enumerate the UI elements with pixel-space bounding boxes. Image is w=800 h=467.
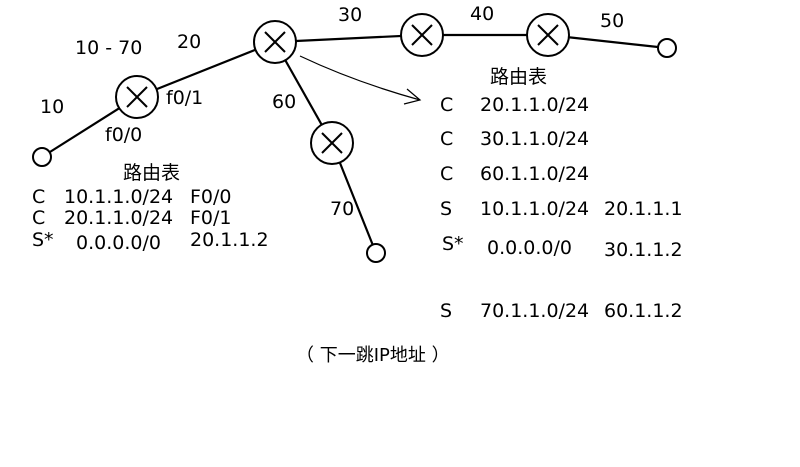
host-right bbox=[657, 38, 677, 58]
label-net70: 70 bbox=[330, 198, 354, 220]
route-type: C bbox=[440, 128, 453, 150]
link-r2-r3 bbox=[274, 33, 423, 44]
route-network: 70.1.1.0/24 bbox=[480, 300, 589, 322]
route-network: 20.1.1.0/24 bbox=[480, 94, 589, 116]
router-icon bbox=[253, 20, 297, 64]
link-r1-r2 bbox=[136, 40, 276, 99]
route-next-hop: 20.1.1.2 bbox=[190, 229, 269, 251]
routing-table-title: 路由表 bbox=[123, 162, 180, 184]
label-net20: 20 bbox=[177, 31, 201, 53]
route-network: 10.1.1.0/24 bbox=[480, 198, 589, 220]
label-net30: 30 bbox=[338, 4, 362, 26]
route-type: C bbox=[440, 163, 453, 185]
router-icon bbox=[115, 75, 159, 119]
route-network: 0.0.0.0/0 bbox=[487, 237, 572, 259]
host-bottom bbox=[366, 243, 386, 263]
route-type: S bbox=[440, 198, 452, 220]
route-type: S* bbox=[32, 229, 54, 251]
route-type: C bbox=[440, 94, 453, 116]
label-interface-f0-0: f0/0 bbox=[105, 124, 142, 146]
router-icon bbox=[526, 13, 570, 57]
routing-table-left: 路由表 C 10.1.1.0/24 F0/0 C 20.1.1.0/24 F0/… bbox=[32, 162, 269, 254]
label-range: 10 - 70 bbox=[75, 37, 142, 59]
router-icon bbox=[310, 121, 354, 165]
route-next-hop: 30.1.1.2 bbox=[604, 239, 683, 261]
route-next-hop: 60.1.1.2 bbox=[604, 300, 683, 322]
route-type: C bbox=[32, 186, 45, 208]
route-network: 20.1.1.0/24 bbox=[64, 207, 173, 229]
routing-table-right: 路由表 C 20.1.1.0/24 C 30.1.1.0/24 C 60.1.1… bbox=[440, 66, 683, 322]
label-interface-f0-1: f0/1 bbox=[166, 87, 203, 109]
network-diagram: 10 - 70 20 10 30 40 50 60 70 f0/1 f0/0 路… bbox=[32, 3, 683, 366]
route-type: S bbox=[440, 300, 452, 322]
route-network: 30.1.1.0/24 bbox=[480, 128, 589, 150]
route-type: S* bbox=[442, 233, 464, 255]
route-network: 10.1.1.0/24 bbox=[64, 186, 173, 208]
label-net40: 40 bbox=[470, 3, 494, 25]
route-type: C bbox=[32, 207, 45, 229]
label-net10: 10 bbox=[40, 96, 64, 118]
label-net60: 60 bbox=[272, 91, 296, 113]
route-network: 0.0.0.0/0 bbox=[76, 232, 161, 254]
label-net50: 50 bbox=[600, 10, 624, 32]
route-network: 60.1.1.0/24 bbox=[480, 163, 589, 185]
router-icon bbox=[400, 13, 444, 57]
route-next-hop: F0/0 bbox=[190, 186, 232, 208]
arrow-icon bbox=[299, 55, 422, 105]
caption: （ 下一跳IP地址 ） bbox=[296, 345, 450, 366]
route-next-hop: 20.1.1.1 bbox=[604, 198, 683, 220]
route-next-hop: F0/1 bbox=[190, 207, 232, 229]
host-left bbox=[32, 147, 52, 167]
routing-table-title: 路由表 bbox=[490, 66, 547, 88]
